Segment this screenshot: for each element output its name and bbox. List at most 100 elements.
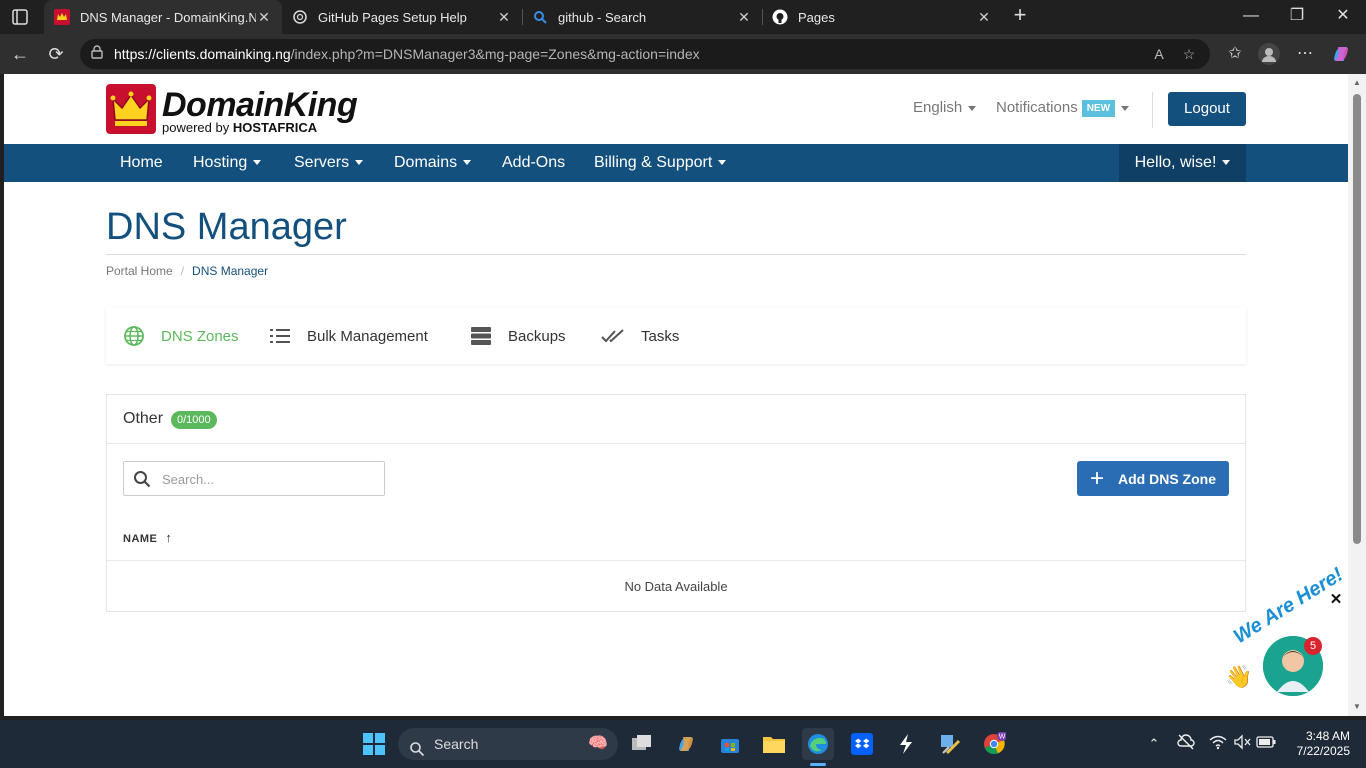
lock-icon[interactable] [88, 45, 106, 63]
logout-button[interactable]: Logout [1168, 92, 1246, 126]
nav-billing-support[interactable]: Billing & Support [594, 144, 727, 182]
nav-domains[interactable]: Domains [394, 144, 472, 182]
nav-label: Add-Ons [502, 154, 566, 171]
restore-icon[interactable]: ❐ [1274, 0, 1320, 34]
back-icon[interactable]: ← [8, 42, 32, 66]
empty-state-message: No Data Available [624, 579, 728, 594]
waving-hand-icon: 👋 [1225, 664, 1253, 689]
favorites-icon[interactable]: ✩ [1224, 43, 1246, 65]
scroll-thumb[interactable] [1353, 94, 1361, 544]
windows-start-icon[interactable] [358, 728, 390, 760]
tab-tasks[interactable]: Tasks [601, 308, 679, 364]
tab-label: Bulk Management [307, 327, 428, 345]
caret-down-icon [463, 160, 472, 166]
tab-actions-icon[interactable] [8, 7, 32, 27]
search-icon [133, 470, 151, 488]
no-sync-icon[interactable] [1176, 734, 1196, 754]
caret-down-icon [718, 160, 727, 166]
chat-widget[interactable]: We Are Here! 👋 5 [1220, 564, 1348, 699]
system-clock[interactable]: 3:48 AM 7/22/2025 [1290, 729, 1350, 759]
address-bar[interactable]: https://clients.domainking.ng/index.php?… [80, 39, 1210, 69]
language-label: English [913, 99, 963, 116]
header-divider [1152, 92, 1153, 128]
chat-notification-badge: 5 [1304, 637, 1322, 655]
nav-addons[interactable]: Add-Ons [502, 144, 565, 182]
tools-app-icon[interactable] [934, 728, 966, 760]
close-tab-icon[interactable]: ✕ [736, 9, 752, 26]
caret-down-icon [355, 160, 364, 166]
more-options-icon[interactable]: ⋯ [1294, 43, 1316, 65]
close-tab-icon[interactable]: ✕ [496, 9, 512, 26]
tab-bulk-management[interactable]: Bulk Management [269, 308, 428, 364]
new-badge: NEW [1081, 99, 1116, 117]
nav-label: Home [120, 154, 163, 171]
domainking-favicon-icon [54, 9, 70, 25]
zone-search [123, 461, 385, 496]
profile-avatar[interactable] [1258, 43, 1280, 65]
file-explorer-icon[interactable] [758, 728, 790, 760]
dns-zones-panel: Other 0/1000 + Add DNS Zone NAME ↑ No Dat… [106, 394, 1246, 612]
tab-label: Tasks [641, 327, 680, 345]
task-view-icon[interactable] [626, 728, 658, 760]
edge-browser-icon[interactable] [802, 728, 834, 760]
browser-tab-dns-manager[interactable]: DNS Manager - DomainKing.NG ✕ [44, 0, 282, 34]
domainking-logo[interactable]: DomainKing powered by HOSTAFRICA [106, 84, 381, 136]
favorite-star-icon[interactable]: ☆ [1180, 45, 1198, 63]
breadcrumb-dns-manager: DNS Manager [192, 264, 269, 278]
column-label: NAME [123, 533, 158, 545]
new-tab-icon[interactable]: + [1008, 4, 1032, 28]
browser-toolbar: ← ⟳ https://clients.domainking.ng/index.… [0, 34, 1366, 74]
clock-time: 3:48 AM [1305, 729, 1350, 743]
scroll-up-icon[interactable]: ▲ [1352, 78, 1362, 88]
lightning-app-icon[interactable] [890, 728, 922, 760]
page-title: DNS Manager [106, 206, 347, 248]
wifi-icon[interactable] [1208, 734, 1228, 754]
volume-muted-icon[interactable] [1232, 734, 1252, 754]
caret-down-icon [253, 160, 262, 166]
dropbox-icon[interactable] [846, 728, 878, 760]
nav-servers[interactable]: Servers [294, 144, 364, 182]
read-aloud-icon[interactable]: A [1150, 45, 1168, 63]
tab-backups[interactable]: Backups [470, 308, 566, 364]
tab-dns-zones[interactable]: DNS Zones [123, 308, 239, 364]
browser-tab-pages[interactable]: Pages ✕ [762, 0, 1002, 34]
globe-icon [123, 325, 145, 347]
scroll-down-icon[interactable]: ▼ [1352, 702, 1362, 712]
search-favicon-icon [532, 9, 548, 25]
url-host: https://clients.domainking.ng [114, 46, 291, 62]
browser-tabbar: DNS Manager - DomainKing.NG ✕ GitHub Pag… [0, 0, 1366, 34]
add-dns-zone-button[interactable]: + Add DNS Zone [1077, 461, 1229, 496]
chrome-icon[interactable]: W [978, 728, 1010, 760]
nav-home[interactable]: Home [120, 144, 163, 182]
close-tab-icon[interactable]: ✕ [256, 9, 272, 26]
show-hidden-icons[interactable]: ⌃ [1144, 734, 1164, 754]
zone-count-badge: 0/1000 [171, 411, 217, 429]
windows-taskbar: Search 🧠 W ⌃ 3:48 AM 7/22/2025 [0, 720, 1366, 768]
panel-title: Other [123, 410, 164, 427]
sort-ascending-icon: ↑ [165, 530, 173, 545]
caret-down-icon [968, 105, 977, 111]
breadcrumb-separator: / [180, 264, 185, 278]
copilot-icon[interactable] [1330, 43, 1352, 65]
nav-hosting[interactable]: Hosting [193, 144, 262, 182]
tab-label: Backups [508, 327, 566, 345]
store-icon[interactable] [714, 728, 746, 760]
page-scrollbar[interactable]: ▲ ▼ [1348, 74, 1366, 716]
browser-tab-github-search[interactable]: github - Search ✕ [522, 0, 762, 34]
notifications-dropdown[interactable]: Notifications NEW [996, 99, 1130, 117]
search-input[interactable] [162, 468, 372, 490]
nav-label: Billing & Support [594, 154, 713, 171]
battery-icon[interactable] [1256, 734, 1276, 754]
table-divider [107, 560, 1245, 561]
language-dropdown[interactable]: English [913, 99, 977, 116]
refresh-icon[interactable]: ⟳ [44, 42, 68, 66]
minimize-icon[interactable]: — [1228, 0, 1274, 34]
taskbar-search[interactable]: Search 🧠 [398, 728, 618, 760]
column-header-name[interactable]: NAME ↑ [123, 530, 172, 545]
copilot-app-icon[interactable] [670, 728, 702, 760]
breadcrumb-portal-home[interactable]: Portal Home [106, 264, 173, 278]
close-window-icon[interactable]: ✕ [1320, 0, 1366, 34]
close-tab-icon[interactable]: ✕ [976, 9, 992, 26]
browser-tab-github-pages-help[interactable]: GitHub Pages Setup Help ✕ [282, 0, 522, 34]
user-menu[interactable]: Hello, wise! [1119, 144, 1246, 182]
